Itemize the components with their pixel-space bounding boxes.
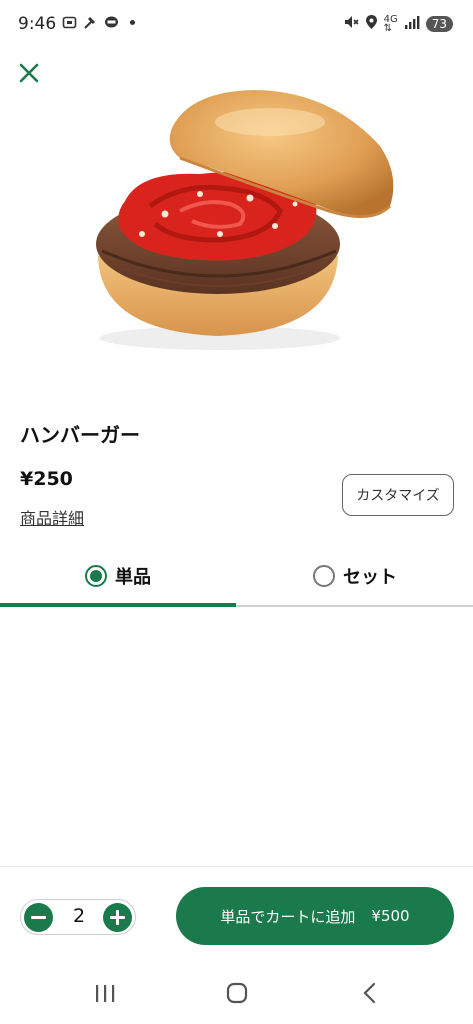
- close-button[interactable]: [16, 60, 42, 86]
- battery-icon: 73: [425, 16, 453, 32]
- tab-set-meal[interactable]: セット: [237, 548, 473, 604]
- tab-set-meal-label: セット: [343, 567, 397, 588]
- back-icon: [363, 982, 376, 1004]
- location-icon: [365, 14, 378, 34]
- inactive-tab-indicator: [236, 605, 473, 607]
- product-name: ハンバーガー: [20, 423, 140, 447]
- quantity-value: 2: [72, 905, 86, 927]
- order-type-tabs: 単品 セット: [0, 548, 473, 610]
- network-label: 4G: [383, 14, 398, 25]
- decrease-quantity-button[interactable]: [24, 903, 53, 932]
- mute-icon: [343, 14, 359, 34]
- increase-quantity-button[interactable]: [103, 903, 132, 932]
- network-arrows-icon: 4G ⇅: [383, 14, 398, 34]
- tab-single-item[interactable]: 単品: [0, 548, 236, 604]
- status-bar: 9:46 4G ⇅ 73: [0, 0, 473, 50]
- signal-icon: [404, 15, 420, 34]
- order-bar: 2 単品でカートに追加 ¥500: [0, 866, 473, 960]
- home-icon: [226, 982, 248, 1004]
- home-button[interactable]: [217, 980, 257, 1008]
- order-total: ¥500: [371, 907, 410, 925]
- product-image: [80, 86, 410, 356]
- product-price: ¥250: [20, 468, 73, 490]
- add-to-cart-label: 単品でカートに追加: [220, 907, 356, 926]
- screenshot-icon: [62, 15, 77, 30]
- hammer-icon: [83, 15, 98, 30]
- active-tab-indicator: [0, 603, 236, 607]
- radio-selected-icon: [85, 565, 107, 587]
- status-right-icons: 4G ⇅ 73: [343, 14, 453, 34]
- notification-icons: [62, 15, 140, 30]
- system-navigation-bar: [0, 960, 473, 1024]
- add-to-cart-button[interactable]: 単品でカートに追加 ¥500: [176, 887, 454, 945]
- product-details-link[interactable]: 商品詳細: [20, 505, 84, 529]
- tab-single-item-label: 単品: [115, 567, 151, 588]
- quantity-stepper: 2: [20, 899, 136, 935]
- back-button[interactable]: [350, 980, 390, 1008]
- radio-unselected-icon: [313, 565, 335, 587]
- close-icon: [19, 63, 39, 83]
- recent-apps-icon: [96, 985, 115, 1002]
- dot-icon: [125, 15, 140, 30]
- recent-apps-button[interactable]: [85, 980, 125, 1008]
- customize-button[interactable]: カスタマイズ: [342, 474, 454, 516]
- status-time: 9:46: [18, 14, 57, 34]
- line-icon: [104, 15, 119, 30]
